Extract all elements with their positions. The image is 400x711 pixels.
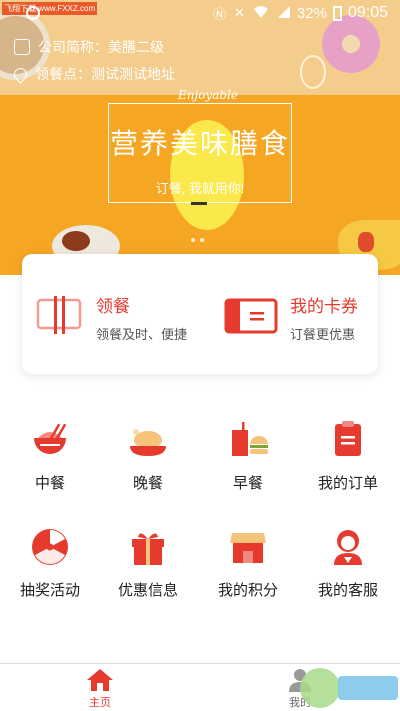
watermark-logo [300, 668, 398, 708]
grid-item-my-orders[interactable]: 我的订单 [298, 420, 398, 520]
battery-icon [332, 5, 342, 21]
pickup-desc: 领餐及时、便捷 [96, 327, 188, 342]
company-label: 公司简称：美膳二级 [38, 39, 164, 55]
nav-home-label: 主页 [89, 697, 111, 709]
coupons-desc: 订餐更优惠 [290, 327, 356, 342]
grid-item-dinner[interactable]: 晚餐 [98, 420, 198, 520]
banner-title: 营养美味膳食 [109, 128, 290, 159]
drink-burger-icon [232, 422, 268, 456]
shop-awning-icon [230, 533, 266, 563]
bowl-chopsticks-icon [34, 423, 67, 454]
gift-box-icon [132, 533, 164, 565]
my-coupons-button[interactable]: 我的卡券 订餐更优惠 [200, 254, 378, 374]
grid-label: 优惠信息 [117, 582, 178, 599]
grid-item-promotions[interactable]: 优惠信息 [98, 527, 198, 627]
building-icon [14, 39, 30, 55]
nav-home[interactable]: 主页 [0, 664, 200, 711]
grid-label: 我的积分 [217, 582, 278, 599]
banner-subtitle: 订餐, 我就用你! [155, 181, 245, 196]
service-agent-icon [334, 530, 362, 565]
grid-label: 我的客服 [317, 582, 378, 599]
clipboard-icon [335, 421, 361, 456]
grid-label: 早餐 [232, 475, 263, 492]
battery-percent: 32% [296, 4, 327, 22]
grid-label: 我的订单 [317, 475, 378, 492]
decor-ring [300, 55, 326, 89]
grid-label: 中餐 [34, 475, 65, 492]
pickup-row[interactable]: 领餐点：测试测试地址 [11, 64, 175, 84]
home-icon [87, 669, 113, 691]
grid-item-lunch[interactable]: 中餐 [0, 420, 100, 520]
location-pin-icon [11, 64, 30, 84]
coupons-title: 我的卡券 [290, 297, 358, 316]
app-notification-icon [26, 6, 40, 20]
watermark-label: 飞翔下载 www.FXXZ.com [2, 2, 98, 15]
lottery-wheel-icon [32, 529, 68, 565]
banner-script-text: Enjoyable [178, 88, 238, 102]
pickup-label: 领餐点：测试测试地址 [35, 66, 175, 82]
page-dot [191, 238, 195, 242]
coupon-icon [224, 298, 278, 334]
company-row: 公司简称：美膳二级 [14, 37, 164, 57]
signal-icon [277, 5, 291, 22]
page-dot [200, 238, 204, 242]
roast-chicken-icon [130, 429, 166, 456]
mute-icon: ✕ [234, 5, 245, 20]
grid-label: 晚餐 [132, 475, 163, 492]
status-bar: 飞翔下载 www.FXXZ.com Ⓝ ✕ 32% 09:05 [0, 0, 400, 26]
chopsticks-icon [36, 296, 82, 334]
pickup-title: 领餐 [96, 297, 130, 316]
grid-item-customer-service[interactable]: 我的客服 [298, 527, 398, 627]
grid-item-lottery[interactable]: 抽奖活动 [0, 527, 100, 627]
grid-item-breakfast[interactable]: 早餐 [198, 420, 298, 520]
quick-actions-card: 领餐 领餐及时、便捷 我的卡券 订餐更优惠 [22, 254, 378, 374]
clock: 09:05 [347, 4, 388, 21]
grid-label: 抽奖活动 [19, 582, 80, 599]
wifi-icon [253, 5, 269, 22]
banner-dash [191, 202, 207, 205]
banner-page-indicator [191, 238, 204, 242]
grid-item-my-points[interactable]: 我的积分 [198, 527, 298, 627]
pickup-meal-button[interactable]: 领餐 领餐及时、便捷 [22, 254, 200, 374]
nfc-icon: Ⓝ [213, 6, 227, 22]
